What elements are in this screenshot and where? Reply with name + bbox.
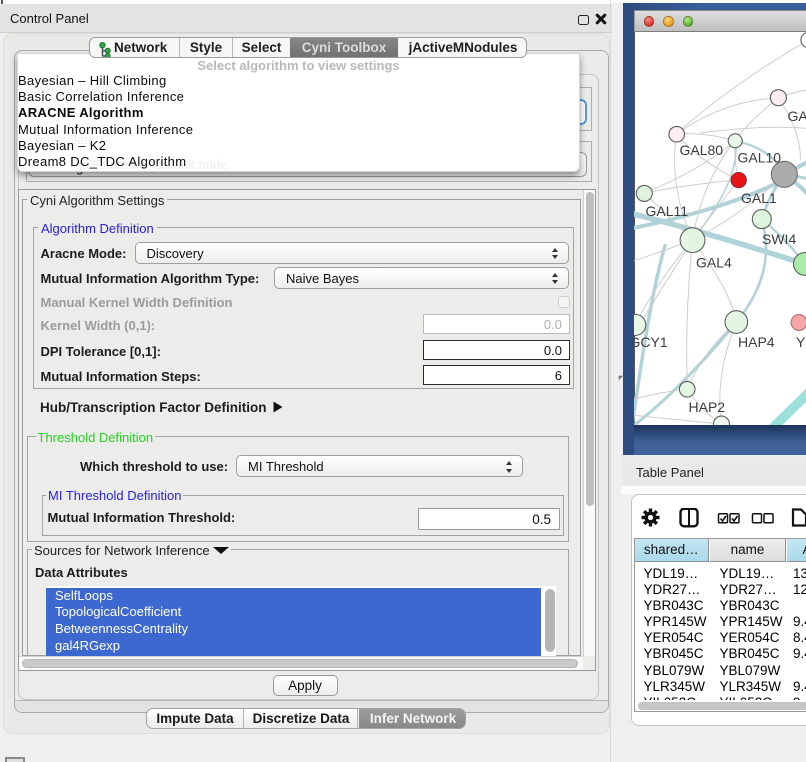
svg-text:HAP4: HAP4 [738, 334, 775, 350]
svg-text:HAP2: HAP2 [688, 399, 725, 415]
svg-text:GAL80: GAL80 [679, 142, 723, 158]
svg-text:GCY1: GCY1 [634, 334, 668, 350]
svg-text:GAL1: GAL1 [741, 190, 777, 206]
svg-text:Y: Y [796, 334, 806, 350]
svg-text:GAL2: GAL2 [787, 108, 806, 124]
svg-text:GAL10: GAL10 [737, 150, 781, 166]
svg-text:GAL11: GAL11 [645, 203, 688, 219]
svg-text:SWI4: SWI4 [762, 231, 796, 247]
svg-text:GAL4: GAL4 [696, 255, 732, 271]
